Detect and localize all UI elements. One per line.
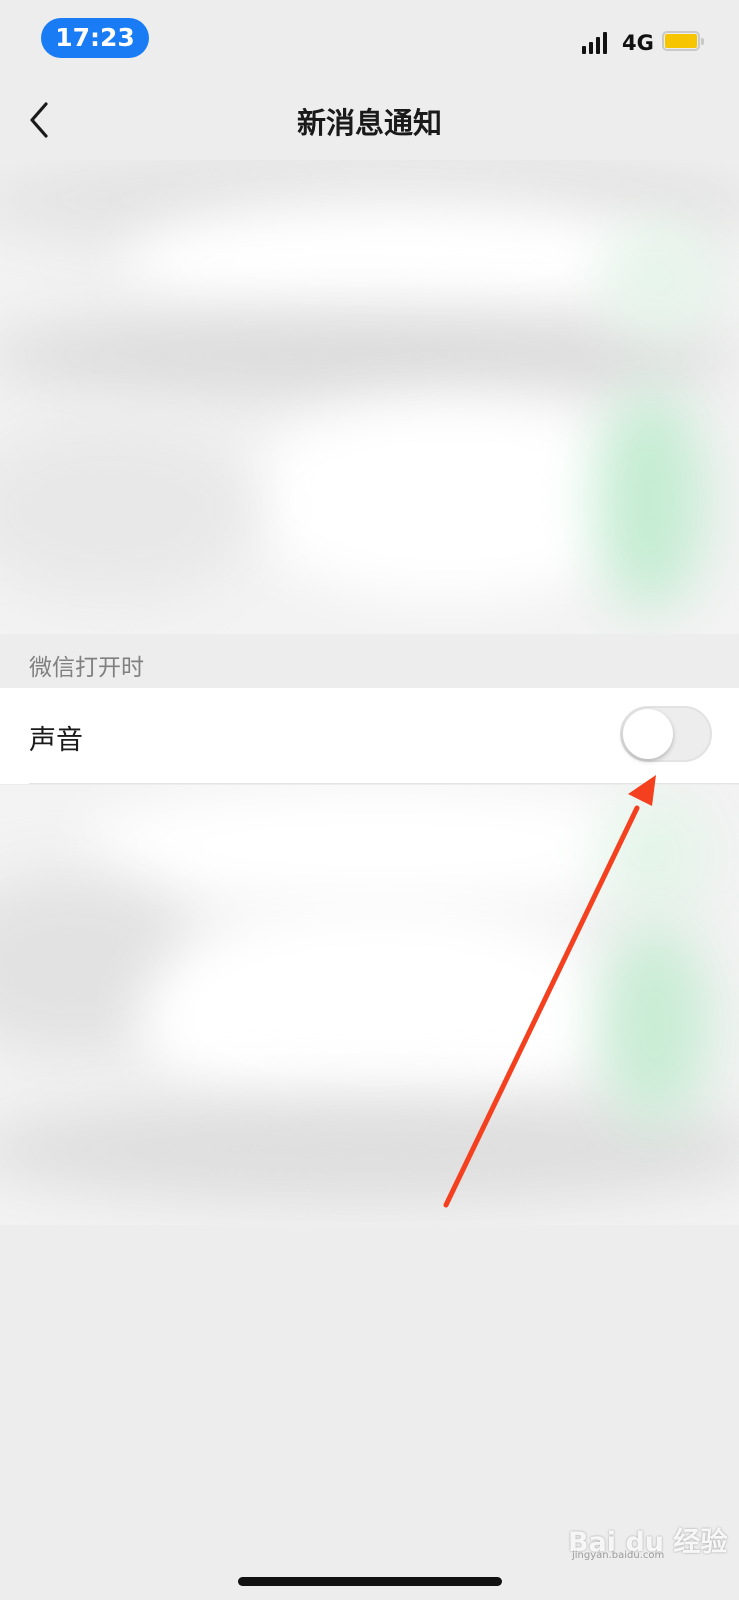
- blurred-settings-top: [0, 160, 739, 634]
- baidu-watermark-logo: Bai du 经验 jingyan.baidu.com: [568, 1527, 728, 1561]
- setting-label-sound: 声音: [29, 725, 83, 756]
- home-indicator: [238, 1577, 502, 1586]
- section-header-label: 微信打开时: [29, 655, 144, 681]
- status-time: 17:23: [41, 18, 149, 58]
- blurred-settings-bottom: [0, 785, 739, 1225]
- page-title: 新消息通知: [296, 106, 442, 140]
- sound-toggle[interactable]: [620, 706, 712, 762]
- toggle-knob: [623, 709, 673, 759]
- status-bar: 17:23 4G: [0, 0, 739, 80]
- signal-icon: [582, 30, 614, 54]
- setting-row-sound[interactable]: 声音: [0, 688, 739, 784]
- section-header: 微信打开时: [0, 634, 739, 688]
- network-type: 4G: [622, 31, 654, 55]
- row-divider: [29, 783, 739, 784]
- nav-bar: 新消息通知: [0, 80, 739, 160]
- battery-icon: [662, 31, 704, 53]
